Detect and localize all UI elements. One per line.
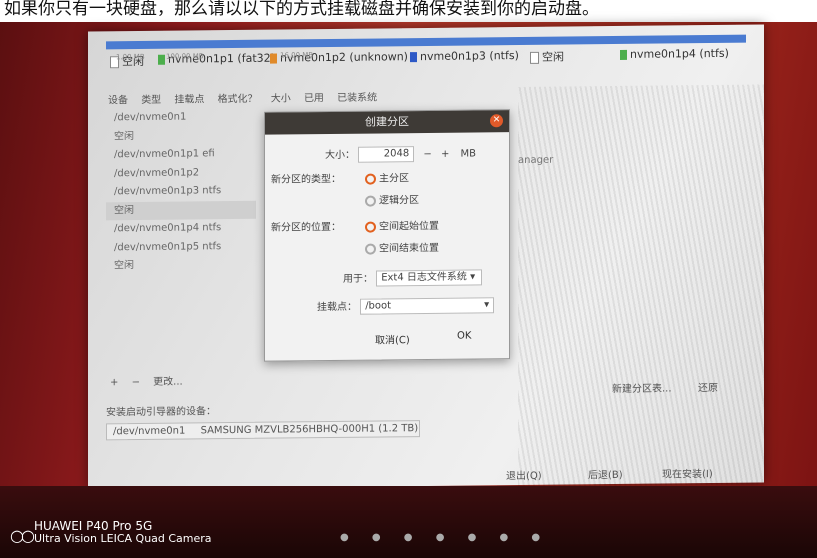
- minus-button[interactable]: −: [423, 149, 431, 160]
- table-row[interactable]: /dev/nvme0n1p3 ntfs: [106, 182, 256, 202]
- top-caption: 如果你只有一块硬盘，那么请以以下的方式挂载磁盘并确保安装到你的启动盘。: [0, 0, 817, 22]
- radio-loc-start-label: 空间起始位置: [379, 220, 439, 233]
- use-value: Ext4 日志文件系统: [381, 271, 467, 284]
- col-system: 已装系统: [337, 92, 378, 104]
- radio-off-icon: [365, 243, 376, 255]
- plus-button[interactable]: +: [441, 149, 449, 160]
- dialog-title: 创建分区: [365, 115, 409, 129]
- col-format: 格式化？: [217, 93, 258, 106]
- create-partition-dialog: 创建分区 ✕ 大小： 2048 − + MB 新分区的类型： 主分区 逻辑分区 …: [264, 109, 510, 362]
- boot-device-select[interactable]: /dev/nvme0n1 SAMSUNG MZVLB256HBHQ-000H1 …: [106, 420, 420, 441]
- ok-button[interactable]: OK: [457, 331, 471, 342]
- col-type: 类型: [141, 94, 162, 106]
- add-button[interactable]: +: [110, 377, 118, 388]
- col-device: 设备: [108, 95, 128, 107]
- use-row: 用于： Ext4 日志文件系统 ▾: [343, 268, 483, 287]
- col-size: 大小: [270, 93, 291, 105]
- side-note: anager: [518, 154, 554, 167]
- chevron-down-icon: ▾: [484, 299, 490, 311]
- remove-button[interactable]: −: [132, 377, 140, 388]
- boot-desc: SAMSUNG MZVLB256HBHQ-000H1 (1.2 TB): [200, 423, 419, 437]
- camera-brand: HUAWEI P40 Pro 5G: [34, 519, 153, 533]
- mount-value: /boot: [365, 300, 392, 312]
- dialog-titlebar: 创建分区 ✕: [265, 110, 509, 135]
- col-used: 已用: [303, 93, 324, 105]
- mount-combo[interactable]: /boot ▾: [360, 297, 495, 315]
- restore-button[interactable]: 还原: [698, 379, 718, 394]
- table-row[interactable]: /dev/nvme0n1p5 ntfs: [106, 237, 256, 257]
- legend-sub: 100.00 MB: [166, 52, 204, 61]
- quit-button[interactable]: 退出(Q): [506, 467, 542, 482]
- cancel-button[interactable]: 取消(C): [375, 331, 410, 346]
- radio-primary[interactable]: 主分区: [365, 169, 409, 184]
- table-row[interactable]: /dev/nvme0n1p1 efi: [106, 145, 256, 165]
- table-row[interactable]: /dev/nvme0n1p4 ntfs: [106, 219, 256, 239]
- table-row-selected[interactable]: 空闲: [106, 200, 256, 221]
- monitor-buttons: ● ● ● ● ● ● ●: [340, 532, 551, 543]
- camera-logo-icon: ○○: [10, 526, 35, 545]
- legend-item: nvme0n1p4 (ntfs): [620, 47, 729, 61]
- radio-off-icon: [365, 195, 376, 207]
- size-input[interactable]: 2048: [358, 146, 415, 163]
- legend-item: 空闲: [530, 49, 564, 65]
- screen-moire: [518, 84, 764, 488]
- use-label: 用于：: [343, 273, 373, 285]
- type-label: 新分区的类型：: [271, 173, 341, 186]
- radio-loc-end-label: 空间结束位置: [379, 242, 439, 255]
- partition-toolbar: + − 更改...: [110, 373, 183, 389]
- table-row[interactable]: 空闲: [106, 126, 256, 146]
- table-header: 设备 类型 挂载点 格式化？ 大小 已用 已装系统: [108, 88, 387, 107]
- radio-on-icon: [365, 173, 376, 185]
- change-button[interactable]: 更改...: [153, 377, 183, 388]
- legend-sub: 16.00 MB: [280, 51, 314, 60]
- device-list: /dev/nvme0n1 空闲 /dev/nvme0n1p1 efi /dev/…: [106, 108, 256, 276]
- install-button[interactable]: 现在安装(I): [662, 465, 713, 481]
- size-label: 大小：: [325, 149, 355, 162]
- radio-loc-start[interactable]: 空间起始位置: [365, 217, 439, 233]
- radio-primary-label: 主分区: [379, 173, 409, 185]
- boot-device: /dev/nvme0n1: [113, 425, 186, 438]
- size-row: 大小： 2048 − + MB: [325, 144, 476, 163]
- camera-watermark: HUAWEI P40 Pro 5G Ultra Vision LEICA Qua…: [34, 520, 212, 545]
- mount-row: 挂载点： /boot ▾: [317, 296, 495, 315]
- loc-label: 新分区的位置：: [271, 221, 341, 234]
- camera-sub: Ultra Vision LEICA Quad Camera: [34, 532, 212, 545]
- use-select[interactable]: Ext4 日志文件系统 ▾: [376, 269, 483, 287]
- radio-logical-label: 逻辑分区: [379, 195, 419, 207]
- partition-legend: 空闲 1.00 MB nvme0n1p1 (fat32) 100.00 MB n…: [110, 47, 750, 80]
- table-row[interactable]: /dev/nvme0n1p2: [106, 163, 256, 183]
- table-row[interactable]: /dev/nvme0n1: [106, 108, 256, 128]
- back-button[interactable]: 后退(B): [588, 466, 623, 481]
- monitor-screen: 空闲 1.00 MB nvme0n1p1 (fat32) 100.00 MB n…: [88, 24, 764, 490]
- radio-on-icon: [365, 221, 376, 233]
- size-unit: MB: [460, 148, 477, 160]
- radio-logical[interactable]: 逻辑分区: [365, 191, 419, 207]
- close-icon[interactable]: ✕: [490, 114, 503, 128]
- boot-label: 安装启动引导器的设备：: [106, 406, 216, 419]
- new-table-button[interactable]: 新建分区表...: [612, 379, 672, 395]
- radio-loc-end[interactable]: 空间结束位置: [365, 239, 439, 255]
- table-row[interactable]: 空闲: [106, 256, 256, 276]
- legend-sub: 1.00 MB: [116, 52, 145, 62]
- col-mount: 挂载点: [174, 94, 205, 106]
- mount-label: 挂载点：: [317, 301, 357, 314]
- legend-item: nvme0n1p3 (ntfs): [410, 49, 519, 63]
